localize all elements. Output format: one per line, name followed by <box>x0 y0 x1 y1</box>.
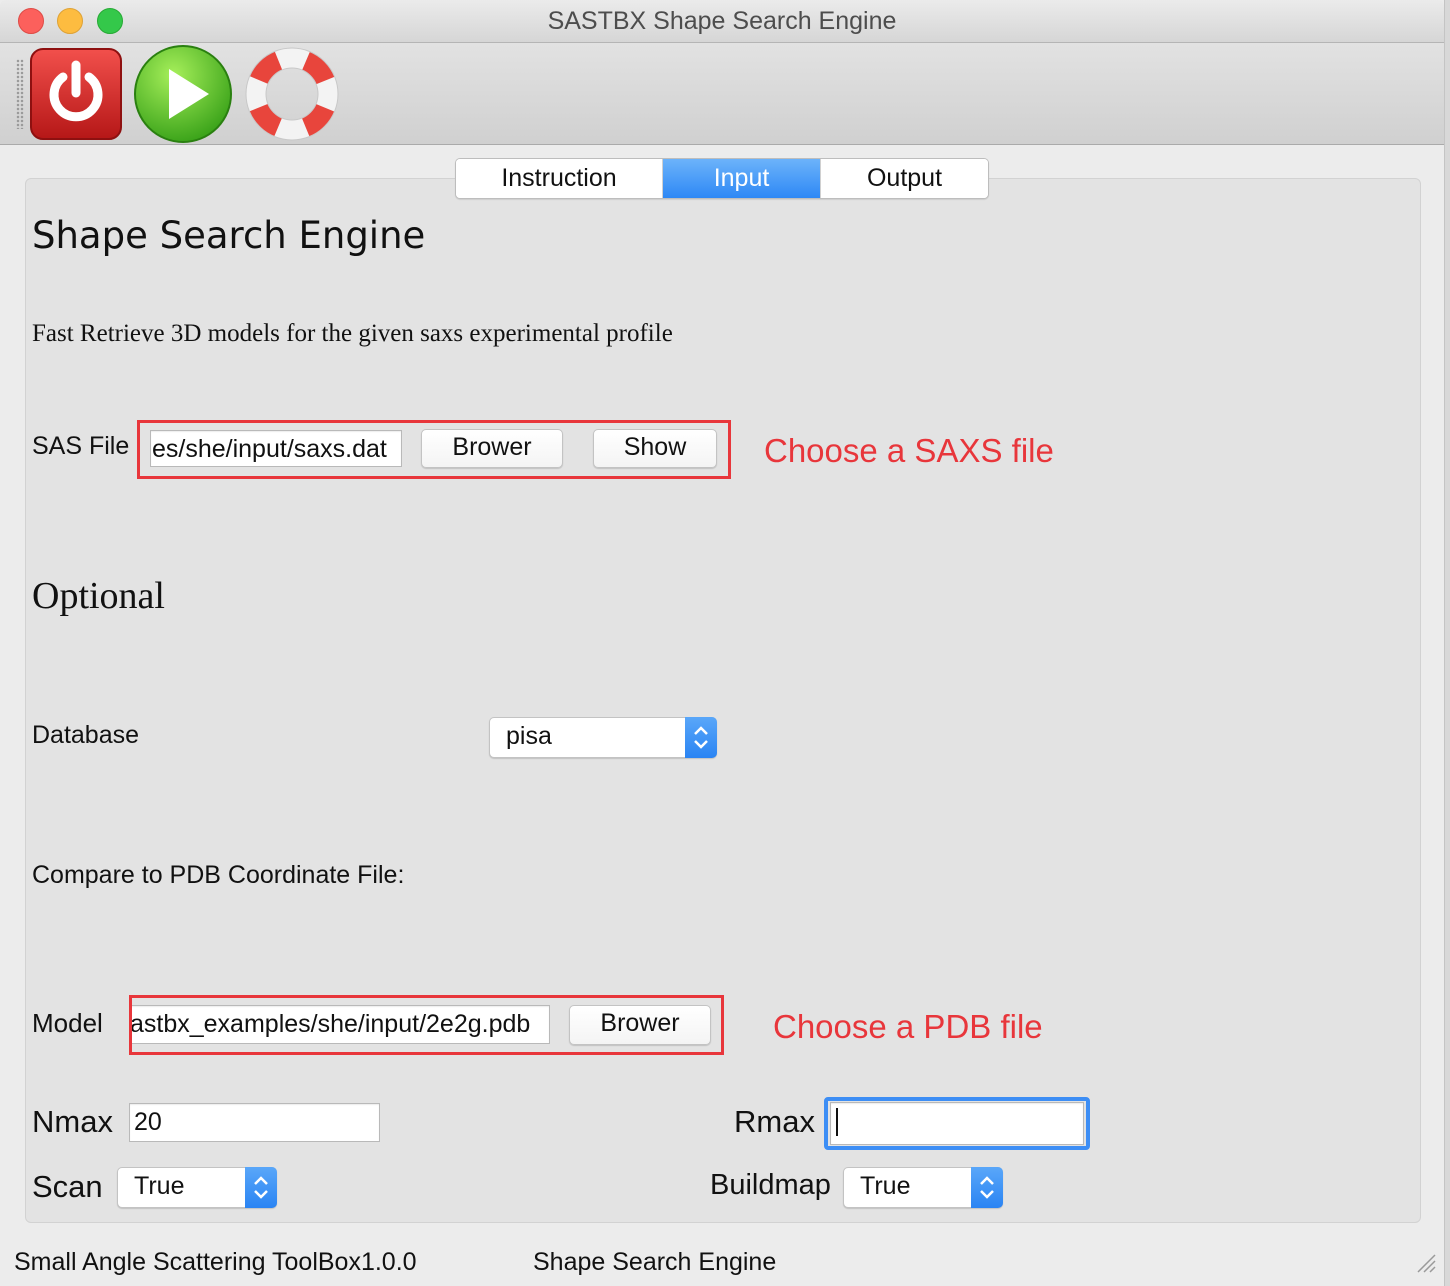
help-button[interactable] <box>245 47 339 146</box>
buildmap-select[interactable]: True <box>843 1167 1003 1208</box>
buildmap-label: Buildmap <box>710 1169 831 1201</box>
title-bar: SASTBX Shape Search Engine <box>0 0 1444 43</box>
power-button[interactable] <box>29 47 123 146</box>
toolbar-grip <box>16 59 24 129</box>
toolbar <box>0 43 1444 145</box>
rmax-label: Rmax <box>734 1104 815 1139</box>
run-button[interactable] <box>133 44 233 149</box>
database-select[interactable]: pisa <box>489 717 717 758</box>
database-stepper[interactable] <box>685 717 717 758</box>
model-highlight-box <box>129 995 724 1055</box>
play-icon <box>134 45 232 143</box>
buildmap-value: True <box>860 1172 911 1200</box>
scan-label: Scan <box>32 1169 103 1204</box>
scan-select[interactable]: True <box>117 1167 277 1208</box>
text-cursor <box>836 1108 838 1137</box>
scan-stepper[interactable] <box>245 1167 277 1208</box>
page-title: Shape Search Engine <box>32 214 426 257</box>
optional-heading: Optional <box>32 575 165 617</box>
power-icon <box>30 48 122 140</box>
description: Fast Retrieve 3D models for the given sa… <box>32 320 673 347</box>
tab-input[interactable]: Input <box>662 159 820 198</box>
lifebuoy-icon <box>245 47 339 141</box>
model-label: Model <box>32 1008 103 1038</box>
window-title: SASTBX Shape Search Engine <box>547 7 897 35</box>
chevron-updown-icon <box>980 1176 994 1199</box>
rmax-input[interactable] <box>830 1102 1084 1145</box>
database-label: Database <box>32 721 140 749</box>
status-right: Shape Search Engine <box>533 1248 777 1276</box>
scan-value: True <box>134 1172 185 1200</box>
tab-instruction[interactable]: Instruction <box>456 159 662 198</box>
buildmap-stepper[interactable] <box>971 1167 1003 1208</box>
nmax-input[interactable]: 20 <box>129 1103 380 1142</box>
nmax-label: Nmax <box>32 1104 113 1139</box>
window-edge <box>1444 0 1450 1286</box>
sas-annotation: Choose a SAXS file <box>764 432 1054 469</box>
sas-highlight-box <box>137 420 731 479</box>
chevron-updown-icon <box>694 726 708 749</box>
resize-grip[interactable] <box>1416 1253 1436 1278</box>
model-annotation: Choose a PDB file <box>773 1008 1043 1045</box>
chevron-updown-icon <box>254 1176 268 1199</box>
tab-output[interactable]: Output <box>820 159 988 198</box>
resize-grip-icon <box>1417 1254 1436 1273</box>
status-left: Small Angle Scattering ToolBox1.0.0 <box>14 1248 417 1276</box>
compare-label: Compare to PDB Coordinate File: <box>32 861 405 889</box>
database-value: pisa <box>506 722 552 750</box>
tab-bar: Instruction Input Output <box>455 158 989 199</box>
sas-file-label: SAS File <box>32 432 130 460</box>
